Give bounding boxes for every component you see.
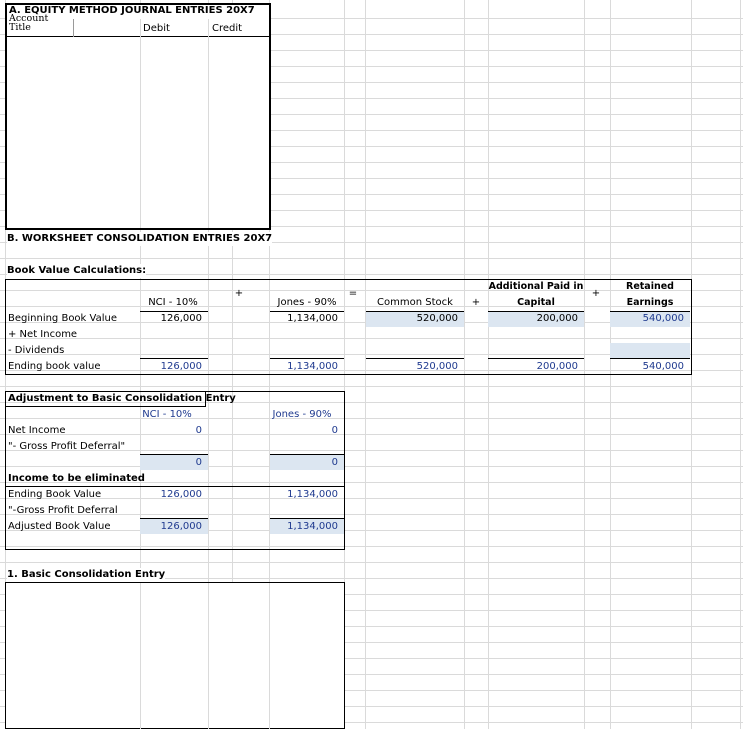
common-stock-header: Common Stock <box>377 297 453 308</box>
re-header-line2: Earnings <box>626 297 674 308</box>
total-line <box>366 358 464 359</box>
worksheet-title: B. WORKSHEET CONSOLIDATION ENTRIES 20X7 <box>7 232 273 246</box>
beginning-apic-value: 200,000 <box>536 313 578 324</box>
ending-apic-value: 200,000 <box>536 361 578 372</box>
total-line <box>488 358 584 359</box>
total-line <box>610 358 690 359</box>
input-cell-shade <box>610 343 690 358</box>
header-underline <box>7 36 269 37</box>
total-line <box>140 358 208 359</box>
basic-entry-title: 1. Basic Consolidation Entry <box>7 568 166 582</box>
re-header-line1: Retained <box>626 281 674 292</box>
column-divider <box>269 583 270 729</box>
beginning-re-value: 540,000 <box>642 313 684 324</box>
apic-header-line1: Additional Paid in <box>488 281 584 292</box>
beginning-book-value-label: Beginning Book Value <box>8 313 117 324</box>
adj-jones-header: Jones - 90% <box>272 409 332 420</box>
adj-nci-header: NCI - 10% <box>142 409 192 420</box>
ending-jones-value: 1,134,000 <box>287 361 338 372</box>
book-value-title: Book Value Calculations: <box>7 264 147 278</box>
equity-journal-box <box>5 3 271 230</box>
grid-column-line <box>740 0 741 729</box>
credit-header: Credit <box>212 23 243 34</box>
adj-sub-nci-value: 0 <box>195 457 202 468</box>
adj-adjusted-nci-value: 126,000 <box>160 521 202 532</box>
ending-nci-value: 126,000 <box>160 361 202 372</box>
beginning-common-value: 520,000 <box>416 313 458 324</box>
ending-re-value: 540,000 <box>642 361 684 372</box>
net-income-label: + Net Income <box>8 329 78 340</box>
adj-end-nci-value: 126,000 <box>160 489 202 500</box>
adjustment-title: Adjustment to Basic Consolidation Entry <box>8 393 236 404</box>
column-divider <box>140 583 141 729</box>
adj-top-jones-value: 0 <box>331 425 338 436</box>
plus-operator: + <box>591 288 601 299</box>
nci-header: NCI - 10% <box>148 297 198 308</box>
column-divider <box>208 19 209 228</box>
column-divider <box>208 583 209 729</box>
adj-adjusted-jones-value: 1,134,000 <box>287 521 338 532</box>
debit-header: Debit <box>143 23 170 34</box>
beginning-nci-value: 126,000 <box>160 313 202 324</box>
equals-operator: = <box>348 288 358 299</box>
net-income-label: Net Income <box>8 425 66 436</box>
dividends-label: - Dividends <box>8 345 65 356</box>
jones-header: Jones - 90% <box>277 297 337 308</box>
adj-top-nci-value: 0 <box>195 425 202 436</box>
ending-book-value-label: Ending book value <box>8 361 101 372</box>
basic-entry-box <box>5 582 345 729</box>
ending-book-value-label: Ending Book Value <box>8 489 102 500</box>
apic-header-line2: Capital <box>517 297 555 308</box>
income-eliminated-label: Income to be eliminated <box>8 473 145 484</box>
adj-sub-jones-value: 0 <box>331 457 338 468</box>
column-divider <box>73 19 74 37</box>
ending-common-value: 520,000 <box>416 361 458 372</box>
gross-profit-deferral-label: "-Gross Profit Deferral <box>8 505 118 516</box>
plus-operator: + <box>234 288 244 299</box>
column-divider <box>140 19 141 228</box>
gross-profit-deferral-label: "- Gross Profit Deferral" <box>8 441 126 452</box>
adjusted-book-value-label: Adjusted Book Value <box>8 521 111 532</box>
account-title-header: Account Title <box>9 14 49 33</box>
adj-end-jones-value: 1,134,000 <box>287 489 338 500</box>
section-divider <box>6 486 344 487</box>
total-line <box>270 358 344 359</box>
plus-operator: + <box>471 297 481 308</box>
beginning-jones-value: 1,134,000 <box>287 313 338 324</box>
